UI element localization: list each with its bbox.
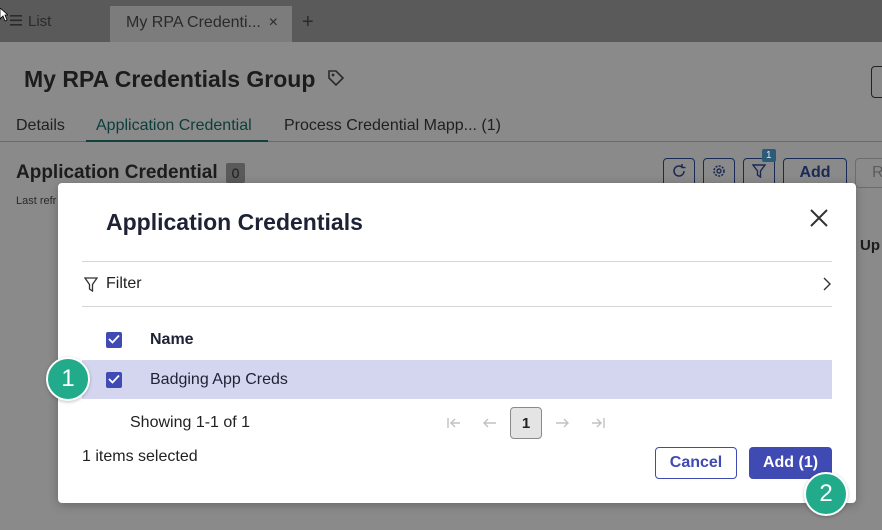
- step-marker-2: 2: [804, 472, 848, 516]
- prev-page-icon[interactable]: [472, 407, 508, 439]
- count-badge: 0: [225, 163, 246, 183]
- select-all-checkbox[interactable]: [106, 332, 122, 348]
- new-tab-button[interactable]: +: [302, 11, 314, 34]
- column-header-partial: Up: [860, 237, 880, 254]
- edit-button[interactable]: [871, 66, 882, 98]
- list-icon: [10, 13, 22, 30]
- close-icon[interactable]: [806, 205, 832, 231]
- tab-details[interactable]: Details: [16, 117, 65, 135]
- last-page-icon[interactable]: [580, 407, 616, 439]
- checkmark-icon: [108, 371, 120, 389]
- section-title-text: Application Credential: [16, 162, 218, 183]
- row-name: Badging App Creds: [150, 371, 288, 388]
- page-title-text: My RPA Credentials Group: [24, 66, 316, 92]
- filter-icon: [83, 277, 99, 297]
- tab-application-credential[interactable]: Application Credential: [96, 117, 252, 135]
- column-header-name[interactable]: Name: [150, 331, 194, 349]
- cancel-button[interactable]: Cancel: [655, 447, 737, 479]
- page-title: My RPA Credentials Group: [24, 66, 345, 93]
- step-marker-1: 1: [46, 357, 90, 401]
- active-tab-underline: [86, 140, 268, 142]
- dialog-title: Application Credentials: [106, 209, 363, 235]
- page-number-current[interactable]: 1: [510, 407, 542, 439]
- tab-bar: List My RPA Credenti... × +: [0, 0, 882, 42]
- tab-list-label: List: [28, 13, 52, 30]
- tab-label: My RPA Credenti...: [126, 14, 261, 31]
- application-credentials-dialog: Application Credentials Filter Name Badg…: [58, 183, 856, 503]
- tag-icon[interactable]: [327, 66, 345, 93]
- tab-list[interactable]: List: [10, 13, 51, 30]
- table-header-row: Name: [82, 321, 832, 359]
- items-selected-text: 1 items selected: [82, 448, 198, 465]
- gear-icon: [711, 163, 727, 183]
- checkmark-icon: [108, 331, 120, 349]
- filter-count-badge: 1: [762, 149, 776, 162]
- tab-my-rpa-credentials[interactable]: My RPA Credenti... ×: [110, 6, 292, 42]
- tab-close-icon[interactable]: ×: [269, 14, 278, 32]
- showing-count: Showing 1-1 of 1: [130, 414, 251, 431]
- chevron-right-icon[interactable]: [822, 276, 832, 297]
- filter-icon: [751, 164, 767, 182]
- next-page-icon[interactable]: [544, 407, 580, 439]
- table-row[interactable]: Badging App Creds: [82, 360, 832, 399]
- filter-label: Filter: [106, 275, 142, 292]
- refresh-icon: [671, 163, 687, 183]
- first-page-icon[interactable]: [436, 407, 472, 439]
- pagination: 1: [436, 407, 616, 439]
- mouse-cursor-icon: [0, 7, 10, 27]
- last-refreshed: Last refr: [16, 195, 57, 207]
- remove-button[interactable]: R: [855, 158, 882, 188]
- filter-row[interactable]: Filter: [82, 261, 832, 307]
- subtabs: Details Application Credential Process C…: [0, 114, 882, 142]
- section-title: Application Credential 0: [16, 162, 246, 184]
- row-checkbox[interactable]: [106, 372, 122, 388]
- tab-process-credential-mapping[interactable]: Process Credential Mapp... (1): [284, 117, 501, 135]
